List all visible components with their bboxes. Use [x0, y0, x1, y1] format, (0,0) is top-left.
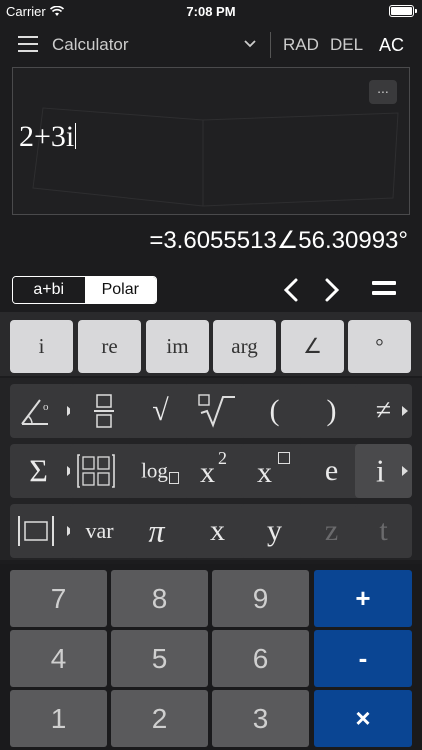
- power-box-icon: [278, 452, 290, 464]
- all-clear-button[interactable]: AC: [379, 35, 404, 56]
- log-base-box: [169, 472, 179, 484]
- more-options-button[interactable]: ...: [369, 80, 397, 104]
- key-7[interactable]: 7: [10, 570, 107, 627]
- text-caret: [75, 123, 77, 149]
- svg-text:o: o: [43, 401, 49, 413]
- battery-icon: [389, 5, 417, 17]
- top-bar: Calculator RAD DEL AC: [0, 28, 422, 62]
- function-keypad: o √ ( ) ≠ Σ log x 2 x e i var π x y z t: [0, 378, 422, 560]
- number-pad: 7 8 9 + 4 5 6 - 1 2 3 ×: [0, 564, 422, 750]
- t-label: t: [379, 514, 388, 547]
- expression-text: 2+3i: [19, 120, 75, 153]
- key-5[interactable]: 5: [111, 630, 208, 687]
- status-time: 7:08 PM: [186, 4, 236, 19]
- menu-icon[interactable]: [18, 36, 38, 52]
- log-label: log: [141, 458, 168, 483]
- key-9[interactable]: 9: [212, 570, 309, 627]
- key-degree[interactable]: °: [348, 320, 411, 373]
- equals-button[interactable]: [372, 281, 396, 299]
- square-base: x: [200, 456, 215, 489]
- mode-rectangular[interactable]: a+bi: [13, 277, 85, 303]
- imaginary-key[interactable]: i: [355, 444, 412, 498]
- power-base: x: [257, 456, 272, 489]
- complex-function-row: i re im arg ∠ °: [0, 312, 422, 376]
- t-key[interactable]: t: [355, 504, 412, 558]
- rad-button[interactable]: RAD: [283, 35, 319, 55]
- key-6[interactable]: 6: [212, 630, 309, 687]
- result-text: =3.6055513∠56.30993°: [149, 227, 408, 254]
- angle-menu-key[interactable]: o: [10, 384, 77, 438]
- expression-display[interactable]: ... 2+3i: [12, 67, 410, 215]
- nth-root-icon: [198, 394, 235, 428]
- plus-button[interactable]: +: [314, 570, 412, 627]
- multiply-button[interactable]: ×: [314, 690, 412, 747]
- matrix-icon: [77, 454, 115, 488]
- sigma-key[interactable]: Σ: [10, 444, 77, 498]
- chevron-down-icon[interactable]: [243, 37, 257, 51]
- key-arg[interactable]: arg: [213, 320, 276, 373]
- expression-input[interactable]: 2+3i: [19, 120, 77, 154]
- cursor-right-icon[interactable]: [320, 276, 344, 304]
- cursor-left-icon[interactable]: [279, 276, 303, 304]
- key-8[interactable]: 8: [111, 570, 208, 627]
- key-angle[interactable]: ∠: [281, 320, 344, 373]
- key-4[interactable]: 4: [10, 630, 107, 687]
- key-1[interactable]: 1: [10, 690, 107, 747]
- fraction-icon: [94, 394, 114, 428]
- app-title[interactable]: Calculator: [52, 35, 129, 55]
- sigma-label: Σ: [29, 452, 48, 489]
- divider: [270, 32, 271, 58]
- key-2[interactable]: 2: [111, 690, 208, 747]
- status-bar: Carrier 7:08 PM: [0, 0, 422, 24]
- square-exponent: 2: [218, 448, 227, 468]
- delete-button[interactable]: DEL: [330, 35, 363, 55]
- not-equal-key[interactable]: ≠: [355, 384, 412, 438]
- abs-icon: [18, 516, 54, 546]
- key-3[interactable]: 3: [212, 690, 309, 747]
- minus-button[interactable]: -: [314, 630, 412, 687]
- complex-mode-toggle[interactable]: a+bi Polar: [12, 276, 157, 304]
- angle-icon: o: [21, 399, 49, 425]
- key-re[interactable]: re: [78, 320, 141, 373]
- key-im[interactable]: im: [146, 320, 209, 373]
- mode-polar[interactable]: Polar: [84, 277, 156, 303]
- pi-label: π: [148, 512, 165, 549]
- key-i[interactable]: i: [10, 320, 73, 373]
